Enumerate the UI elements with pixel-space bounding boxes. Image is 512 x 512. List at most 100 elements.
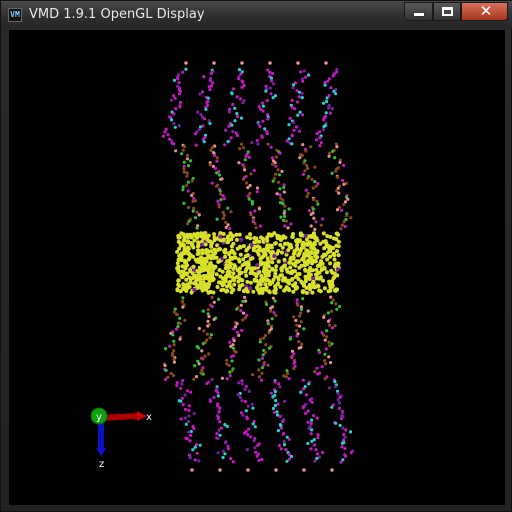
atom — [182, 167, 186, 171]
atom — [323, 359, 327, 363]
atom — [195, 210, 199, 214]
atom — [166, 375, 170, 379]
atom — [267, 346, 272, 350]
atom — [223, 279, 228, 284]
atom — [230, 123, 234, 127]
atom — [195, 283, 200, 288]
atom — [241, 80, 245, 84]
atom — [172, 373, 176, 378]
vmd-app-icon[interactable]: VM — [8, 8, 22, 22]
atom — [314, 448, 318, 452]
atom — [189, 159, 193, 163]
atom — [244, 384, 248, 388]
atom — [246, 468, 250, 472]
atom — [207, 85, 211, 89]
atom — [197, 362, 201, 366]
atom — [296, 113, 300, 117]
atom — [202, 75, 206, 79]
atom — [245, 235, 250, 240]
atom — [190, 193, 194, 197]
atom — [287, 437, 291, 441]
atom — [278, 243, 283, 247]
atom — [294, 318, 298, 323]
atom — [274, 313, 278, 318]
atom — [184, 67, 188, 71]
atom — [250, 202, 255, 206]
atom — [290, 355, 294, 360]
atom — [169, 98, 174, 102]
atom — [313, 459, 317, 463]
atom — [278, 193, 282, 197]
atom — [185, 157, 189, 161]
atom — [245, 181, 249, 185]
atom — [261, 104, 265, 108]
atom — [214, 184, 219, 188]
atom — [225, 424, 229, 429]
atom — [292, 361, 296, 365]
atom — [193, 234, 198, 238]
atom — [176, 257, 181, 262]
atom — [164, 368, 168, 372]
atom — [260, 371, 264, 375]
atom — [306, 285, 311, 290]
atom — [184, 61, 188, 65]
atom — [310, 290, 315, 295]
atom — [274, 164, 278, 168]
atom — [209, 148, 213, 152]
atom — [348, 430, 353, 434]
atom — [172, 339, 176, 343]
atom — [168, 344, 172, 348]
atom — [240, 85, 244, 89]
atom — [245, 417, 249, 421]
atom — [226, 447, 230, 451]
atom — [181, 379, 185, 383]
atom — [306, 176, 310, 180]
atom — [310, 428, 314, 432]
atom — [311, 279, 316, 284]
atom — [298, 156, 302, 160]
atom — [184, 183, 189, 187]
atom — [185, 437, 189, 441]
atom — [282, 439, 286, 444]
atom — [209, 71, 213, 76]
atom — [177, 253, 182, 258]
atom — [271, 296, 275, 300]
atom — [260, 135, 264, 139]
atom — [243, 168, 247, 172]
atom — [264, 343, 268, 347]
atom — [324, 347, 328, 351]
atom — [271, 406, 275, 411]
title-bar[interactable]: VM VMD 1.9.1 OpenGL Display ✕ — [1, 1, 512, 29]
close-button[interactable]: ✕ — [461, 2, 508, 21]
atom — [325, 99, 329, 104]
atom — [278, 187, 282, 191]
atom — [285, 139, 289, 143]
atom — [261, 109, 265, 113]
atom — [316, 202, 320, 206]
atom — [202, 276, 207, 281]
atom — [220, 376, 224, 380]
atom — [313, 180, 317, 184]
maximize-button[interactable] — [433, 2, 461, 21]
atom — [266, 142, 270, 146]
atom — [243, 399, 247, 403]
atom — [200, 242, 204, 247]
atom — [185, 234, 190, 239]
atom — [261, 336, 266, 340]
atom — [177, 81, 181, 85]
atom — [216, 451, 220, 455]
atom — [281, 419, 285, 423]
atom — [252, 439, 256, 443]
atom — [172, 121, 176, 126]
atom — [197, 459, 201, 463]
atom — [274, 264, 279, 269]
atom — [295, 323, 299, 327]
atom — [241, 177, 245, 181]
minimize-button[interactable] — [404, 2, 433, 21]
atom — [185, 171, 189, 175]
atom — [311, 231, 316, 236]
opengl-display[interactable]: x y z — [9, 30, 505, 505]
atom — [247, 427, 251, 431]
atom — [228, 261, 233, 266]
atom — [335, 67, 339, 71]
